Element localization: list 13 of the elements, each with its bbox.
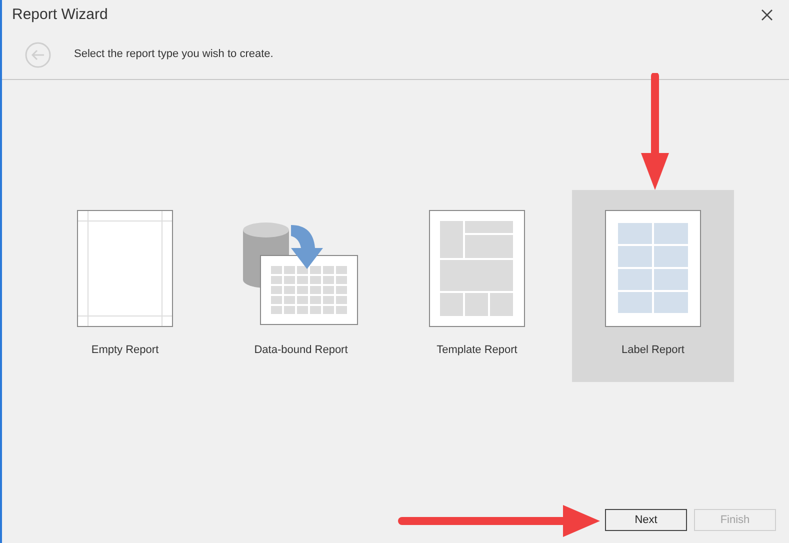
tile-label: Template Report [436, 343, 518, 358]
close-button[interactable] [759, 7, 775, 23]
tile-label: Label Report [622, 343, 684, 358]
report-type-tile[interactable]: Label Report [572, 190, 734, 382]
instruction-text: Select the report type you wish to create. [74, 47, 274, 62]
template-layout-icon [429, 210, 525, 327]
window-title: Report Wizard [12, 4, 109, 25]
label-sheet-icon [605, 210, 701, 327]
database-table-icon [243, 222, 359, 327]
wizard-button[interactable]: Next [605, 509, 687, 531]
tile-label: Data-bound Report [254, 343, 348, 358]
blank-page-icon [77, 210, 173, 327]
tile-label: Empty Report [91, 343, 159, 358]
